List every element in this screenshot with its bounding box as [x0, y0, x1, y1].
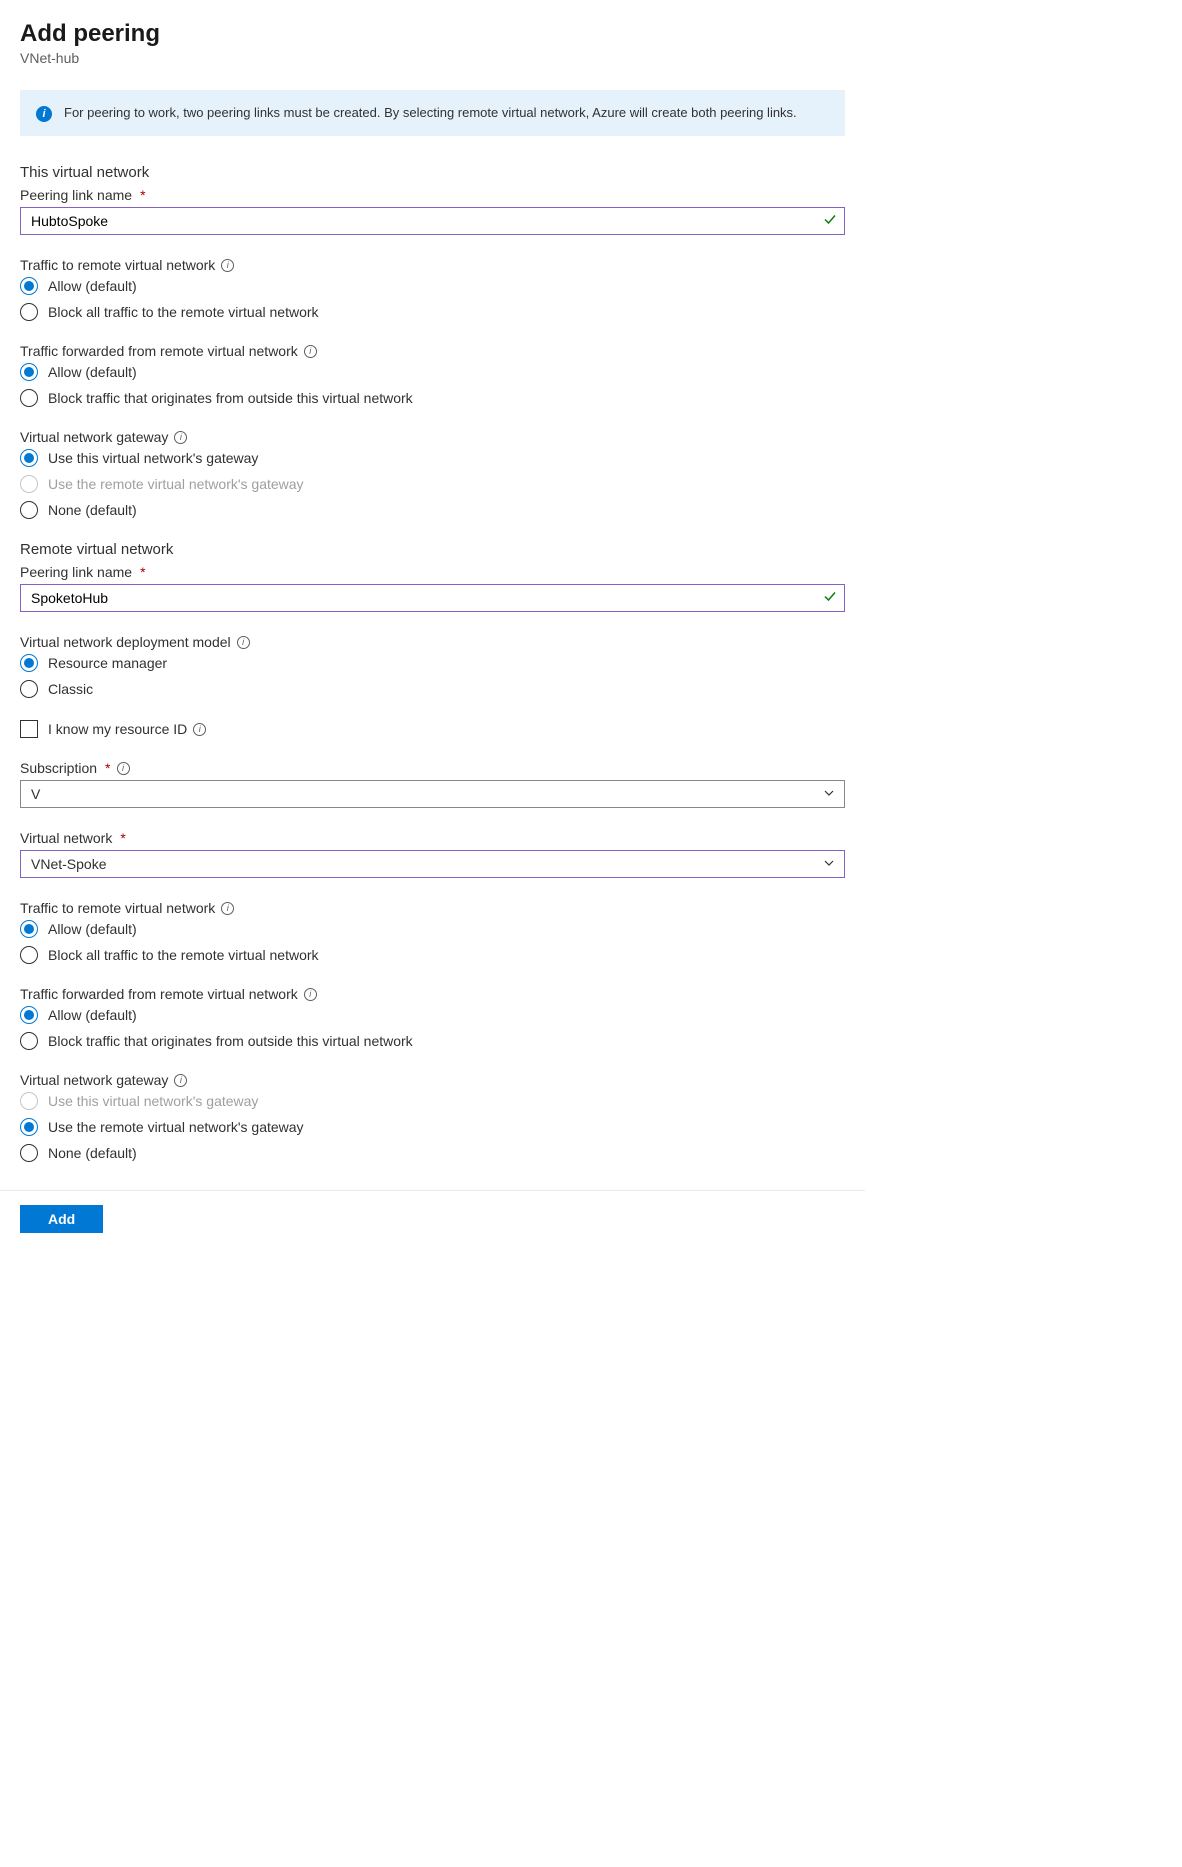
page-subtitle: VNet-hub: [20, 50, 845, 66]
deployment-model-classic[interactable]: Classic: [20, 680, 845, 698]
radio-icon: [20, 363, 38, 381]
remote-vnet-heading: Remote virtual network: [20, 541, 845, 558]
checkbox-icon: [20, 720, 38, 738]
radio-icon: [20, 1144, 38, 1162]
traffic-to-remote-label: Traffic to remote virtual network i: [20, 257, 845, 273]
remote-gateway-label: Virtual network gateway i: [20, 1072, 845, 1088]
traffic-to-remote-block[interactable]: Block all traffic to the remote virtual …: [20, 303, 845, 321]
deployment-model-label: Virtual network deployment model i: [20, 634, 845, 650]
help-icon[interactable]: i: [304, 345, 317, 358]
subscription-label: Subscription* i: [20, 760, 845, 776]
remote-gateway-use-this: Use this virtual network's gateway: [20, 1092, 845, 1110]
virtual-network-label: Virtual network*: [20, 830, 845, 846]
help-icon[interactable]: i: [117, 762, 130, 775]
add-button[interactable]: Add: [20, 1205, 103, 1233]
traffic-forwarded-block[interactable]: Block traffic that originates from outsi…: [20, 389, 845, 407]
info-banner: i For peering to work, two peering links…: [20, 90, 845, 136]
help-icon[interactable]: i: [221, 259, 234, 272]
radio-icon: [20, 680, 38, 698]
this-vnet-heading: This virtual network: [20, 164, 845, 181]
gateway-use-remote: Use the remote virtual network's gateway: [20, 475, 845, 493]
gateway-none[interactable]: None (default): [20, 501, 845, 519]
help-icon[interactable]: i: [221, 902, 234, 915]
radio-icon: [20, 501, 38, 519]
radio-icon: [20, 449, 38, 467]
traffic-forwarded-label: Traffic forwarded from remote virtual ne…: [20, 343, 845, 359]
radio-icon: [20, 303, 38, 321]
radio-icon: [20, 920, 38, 938]
remote-traffic-forwarded-label: Traffic forwarded from remote virtual ne…: [20, 986, 845, 1002]
subscription-select[interactable]: V: [20, 780, 845, 808]
radio-icon: [20, 1092, 38, 1110]
remote-traffic-to-remote-allow[interactable]: Allow (default): [20, 920, 845, 938]
info-icon: i: [36, 106, 52, 122]
remote-gateway-none[interactable]: None (default): [20, 1144, 845, 1162]
peering-link-name-label: Peering link name*: [20, 187, 845, 203]
info-banner-text: For peering to work, two peering links m…: [64, 104, 797, 122]
remote-gateway-use-remote[interactable]: Use the remote virtual network's gateway: [20, 1118, 845, 1136]
know-resource-id-checkbox[interactable]: I know my resource ID i: [20, 720, 845, 738]
help-icon[interactable]: i: [237, 636, 250, 649]
remote-traffic-forwarded-allow[interactable]: Allow (default): [20, 1006, 845, 1024]
peering-link-name-input[interactable]: [20, 207, 845, 235]
remote-peering-link-name-label: Peering link name*: [20, 564, 845, 580]
radio-icon: [20, 654, 38, 672]
radio-icon: [20, 475, 38, 493]
gateway-label: Virtual network gateway i: [20, 429, 845, 445]
radio-icon: [20, 277, 38, 295]
help-icon[interactable]: i: [304, 988, 317, 1001]
deployment-model-rm[interactable]: Resource manager: [20, 654, 845, 672]
radio-icon: [20, 946, 38, 964]
remote-traffic-to-remote-label: Traffic to remote virtual network i: [20, 900, 845, 916]
virtual-network-select[interactable]: VNet-Spoke: [20, 850, 845, 878]
radio-icon: [20, 1006, 38, 1024]
help-icon[interactable]: i: [174, 431, 187, 444]
help-icon[interactable]: i: [193, 723, 206, 736]
radio-icon: [20, 389, 38, 407]
traffic-to-remote-allow[interactable]: Allow (default): [20, 277, 845, 295]
remote-traffic-to-remote-block[interactable]: Block all traffic to the remote virtual …: [20, 946, 845, 964]
gateway-use-this[interactable]: Use this virtual network's gateway: [20, 449, 845, 467]
checkmark-icon: [823, 590, 837, 607]
radio-icon: [20, 1118, 38, 1136]
remote-peering-link-name-input[interactable]: [20, 584, 845, 612]
page-title: Add peering: [20, 20, 845, 48]
remote-traffic-forwarded-block[interactable]: Block traffic that originates from outsi…: [20, 1032, 845, 1050]
radio-icon: [20, 1032, 38, 1050]
traffic-forwarded-allow[interactable]: Allow (default): [20, 363, 845, 381]
checkmark-icon: [823, 213, 837, 230]
help-icon[interactable]: i: [174, 1074, 187, 1087]
